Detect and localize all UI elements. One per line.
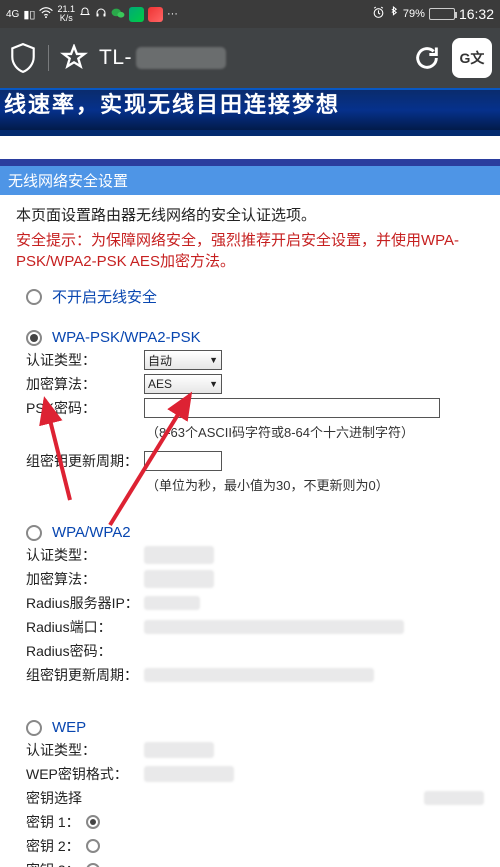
- row-group-key-2: 组密钥更新周期：: [26, 665, 484, 685]
- row-key-1: 密钥 1：: [26, 812, 484, 832]
- status-more-icon: ···: [167, 8, 178, 20]
- battery-pct: 79%: [403, 8, 425, 20]
- label-auth-type: 认证类型：: [26, 740, 144, 760]
- row-radius-ip: Radius服务器IP：: [26, 593, 484, 613]
- option-wpa-psk[interactable]: WPA-PSK/WPA2-PSK: [26, 329, 484, 346]
- headset-icon: [95, 7, 107, 22]
- option-label: WEP: [52, 719, 86, 736]
- hint-psk: （8-63个ASCII码字符或8-64个十六进制字符）: [146, 422, 484, 441]
- label-key2: 密钥 2：: [26, 836, 86, 856]
- net-speed: 21.1 K/s: [57, 5, 75, 23]
- option-wep[interactable]: WEP: [26, 719, 484, 736]
- url-text: TL-: [99, 46, 132, 70]
- wechat-icon: [111, 7, 125, 22]
- banner-gap: [0, 136, 500, 166]
- label-enc-alg: 加密算法：: [26, 374, 144, 394]
- blurred-value: [424, 791, 484, 805]
- label-auth-type: 认证类型：: [26, 545, 144, 565]
- browser-toolbar: TL- G文: [0, 28, 500, 88]
- blurred-value: [144, 620, 404, 634]
- blurred-value: [144, 546, 214, 564]
- row-auth-type-2: 认证类型：: [26, 545, 484, 565]
- translate-button[interactable]: G文: [452, 38, 492, 78]
- bell-icon: [79, 7, 91, 22]
- row-wep-format: WEP密钥格式：: [26, 764, 484, 784]
- url-blurred: [136, 47, 226, 69]
- label-enc-alg: 加密算法：: [26, 569, 144, 589]
- clock-time: 16:32: [459, 6, 494, 22]
- intro-text: 本页面设置路由器无线网络的安全认证选项。: [16, 205, 484, 226]
- option-label: WPA-PSK/WPA2-PSK: [52, 329, 201, 346]
- url-display[interactable]: TL-: [99, 46, 402, 70]
- row-psk-password: PSK密码：: [26, 398, 484, 418]
- select-auth-type[interactable]: 自动 ▼: [144, 350, 222, 370]
- banner-text: 线速率，实现无线目田连接梦想: [4, 92, 340, 117]
- star-icon[interactable]: [59, 43, 89, 73]
- label-radius-ip: Radius服务器IP：: [26, 593, 144, 613]
- radio-icon[interactable]: [86, 815, 100, 829]
- row-group-key: 组密钥更新周期：: [26, 451, 484, 471]
- blurred-value: [144, 668, 374, 682]
- status-bar: 4G ▮▯ 21.1 K/s ···: [0, 0, 500, 28]
- app-icon-2: [148, 7, 163, 22]
- label-group-key: 组密钥更新周期：: [26, 665, 144, 685]
- blurred-value: [144, 570, 214, 588]
- row-auth-type: 认证类型： 自动 ▼: [26, 350, 484, 370]
- label-wep-format: WEP密钥格式：: [26, 764, 144, 784]
- reload-icon[interactable]: [412, 43, 442, 73]
- label-radius-port: Radius端口：: [26, 617, 144, 637]
- label-key3: 密钥 3：: [26, 860, 86, 867]
- option-label: WPA/WPA2: [52, 524, 131, 541]
- toolbar-divider: [48, 45, 49, 71]
- row-auth-type-3: 认证类型：: [26, 740, 484, 760]
- select-value: 自动: [148, 352, 172, 369]
- input-psk-password[interactable]: [144, 398, 440, 418]
- radio-icon: [26, 720, 42, 736]
- label-auth-type: 认证类型：: [26, 350, 144, 370]
- chevron-down-icon: ▼: [209, 355, 218, 365]
- signal-icon: ▮▯: [23, 8, 35, 21]
- chevron-down-icon: ▼: [209, 379, 218, 389]
- option-label: 不开启无线安全: [52, 286, 157, 307]
- alarm-icon: [372, 6, 385, 22]
- row-enc-alg: 加密算法： AES ▼: [26, 374, 484, 394]
- network-4g: 4G: [6, 10, 19, 19]
- radio-icon[interactable]: [86, 863, 100, 867]
- page-banner: 线速率，实现无线目田连接梦想: [0, 88, 500, 136]
- row-radius-port: Radius端口：: [26, 617, 484, 637]
- row-key-select: 密钥选择: [26, 788, 484, 808]
- input-group-key[interactable]: [144, 451, 222, 471]
- option-disable-security[interactable]: 不开启无线安全: [26, 286, 484, 307]
- battery-icon: [429, 8, 455, 20]
- blurred-value: [144, 742, 214, 758]
- blurred-value: [144, 596, 200, 610]
- label-key1: 密钥 1：: [26, 812, 86, 832]
- row-enc-alg-2: 加密算法：: [26, 569, 484, 589]
- radio-icon[interactable]: [86, 839, 100, 853]
- radio-icon: [26, 289, 42, 305]
- blurred-value: [144, 766, 234, 782]
- row-radius-pwd: Radius密码：: [26, 641, 484, 661]
- radio-icon-selected: [26, 330, 42, 346]
- wifi-icon: [39, 7, 53, 22]
- label-key-select: 密钥选择: [26, 788, 144, 808]
- shield-icon[interactable]: [8, 43, 38, 73]
- label-radius-pwd: Radius密码：: [26, 641, 144, 661]
- security-warning: 安全提示：为保障网络安全，强烈推荐开启安全设置，并使用WPA-PSK/WPA2-…: [16, 230, 484, 272]
- app-icon-1: [129, 7, 144, 22]
- option-wpa[interactable]: WPA/WPA2: [26, 524, 484, 541]
- section-title: 无线网络安全设置: [0, 166, 500, 195]
- select-enc-alg[interactable]: AES ▼: [144, 374, 222, 394]
- label-group-key: 组密钥更新周期：: [26, 451, 144, 471]
- bluetooth-icon: [389, 6, 399, 22]
- hint-group-key: （单位为秒，最小值为30，不更新则为0）: [146, 475, 484, 494]
- translate-label: G文: [460, 48, 485, 68]
- row-key-2: 密钥 2：: [26, 836, 484, 856]
- row-key-3: 密钥 3：: [26, 860, 484, 867]
- select-value: AES: [148, 377, 172, 391]
- radio-icon: [26, 525, 42, 541]
- label-psk-pwd: PSK密码：: [26, 398, 144, 418]
